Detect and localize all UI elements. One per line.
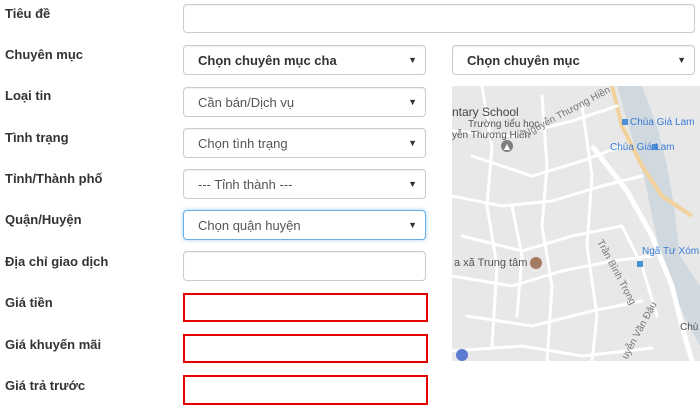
promo-price-input[interactable] xyxy=(183,334,428,363)
price-label: Giá tiền xyxy=(5,295,53,310)
svg-text:▲: ▲ xyxy=(504,142,511,151)
chevron-down-icon: ▼ xyxy=(677,55,686,65)
address-input[interactable] xyxy=(183,251,426,281)
post-type-value: Cần bán/Dịch vụ xyxy=(198,94,295,110)
price-input[interactable] xyxy=(183,293,428,322)
title-label: Tiêu đề xyxy=(5,6,51,21)
map-label-school-en: ntary School xyxy=(452,105,519,119)
condition-value: Chọn tình trạng xyxy=(198,135,288,151)
category-value: Chọn chuyên mục xyxy=(467,52,580,68)
prepaid-price-input[interactable] xyxy=(183,375,428,405)
condition-label: Tình trạng xyxy=(5,130,69,145)
chevron-down-icon: ▼ xyxy=(408,138,417,148)
promo-price-label: Giá khuyến mãi xyxy=(5,337,102,352)
parent-category-select[interactable]: Chọn chuyên mục cha ▼ xyxy=(183,45,426,75)
prepaid-price-label: Giá trả trước xyxy=(5,378,86,393)
chevron-down-icon: ▼ xyxy=(408,55,417,65)
post-type-label: Loại tin xyxy=(5,88,52,103)
province-label: Tỉnh/Thành phố xyxy=(5,171,103,186)
category-select[interactable]: Chọn chuyên mục ▼ xyxy=(452,45,695,75)
map-label-chua-gia-lam-2: Chùa Giá Lam xyxy=(610,142,675,153)
map-label-school-vi-2: yễn Thượng Hiền xyxy=(452,130,531,141)
province-value: --- Tỉnh thành --- xyxy=(198,176,293,192)
district-label: Quận/Huyện xyxy=(5,212,82,227)
address-label: Địa chỉ giao dịch xyxy=(5,254,109,269)
map-label-chua-gia-lam-1: Chùa Giá Lam xyxy=(630,117,695,128)
title-input[interactable] xyxy=(183,4,695,33)
condition-select[interactable]: Chọn tình trạng ▼ xyxy=(183,128,426,158)
chevron-down-icon: ▼ xyxy=(408,97,417,107)
map-label-trung-tam: a xã Trung tâm xyxy=(454,257,528,269)
province-select[interactable]: --- Tỉnh thành --- ▼ xyxy=(183,169,426,199)
post-type-select[interactable]: Cần bán/Dịch vụ ▼ xyxy=(183,87,426,117)
map-label-chu: Chù xyxy=(680,322,699,333)
district-value: Chọn quận huyện xyxy=(198,217,301,233)
chevron-down-icon: ▼ xyxy=(408,220,417,230)
chevron-down-icon: ▼ xyxy=(408,179,417,189)
location-map[interactable]: ▲ ntary School Trường tiểu học yễn Thượn… xyxy=(452,86,700,361)
parent-category-value: Chọn chuyên mục cha xyxy=(198,52,337,68)
category-label: Chuyên mục xyxy=(5,47,84,62)
map-label-nga-tu-xom: Ngã Tư Xóm xyxy=(642,246,700,257)
district-select[interactable]: Chọn quận huyện ▼ xyxy=(183,210,426,240)
